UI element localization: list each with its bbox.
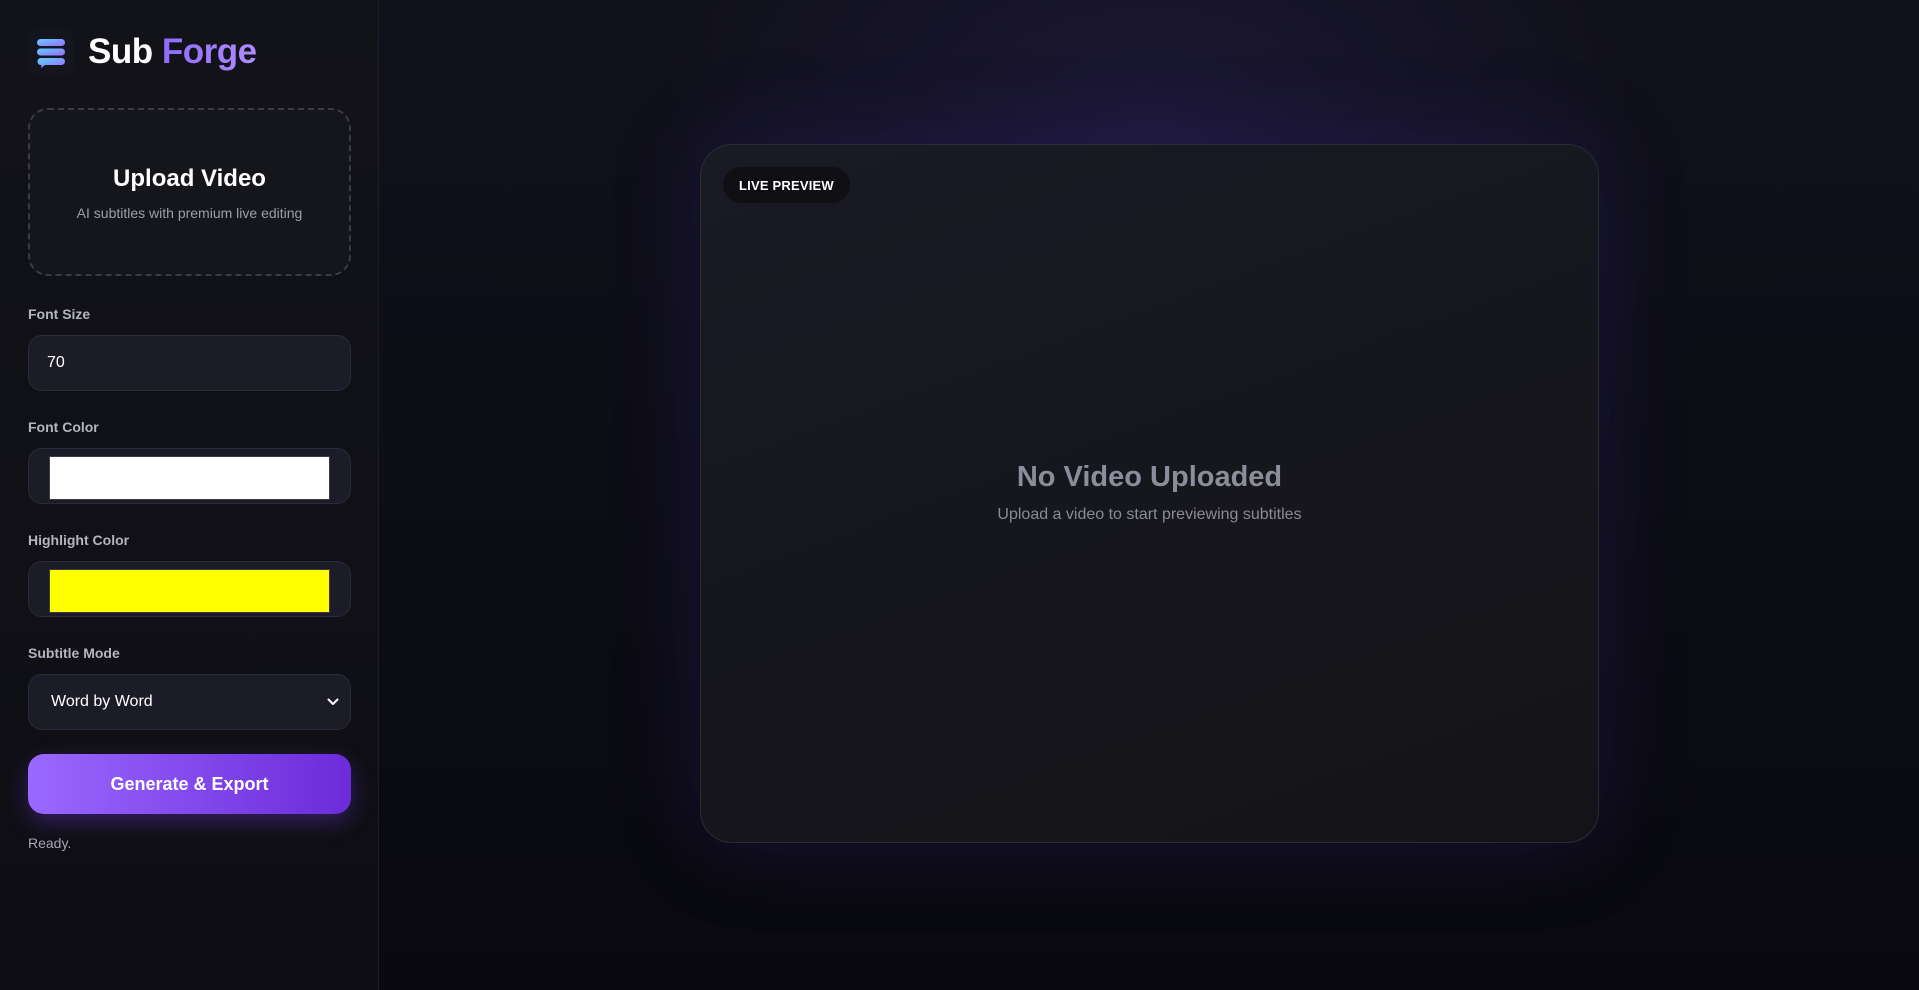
subtitle-mode-value: Word by Word: [51, 693, 153, 710]
app-root: Sub Forge Upload Video AI subtitles with…: [0, 0, 1919, 990]
highlight-color-picker[interactable]: [49, 569, 330, 613]
font-color-field: [28, 448, 351, 504]
brand-name-sub: Sub: [88, 32, 153, 71]
font-color-label: Font Color: [28, 419, 99, 435]
subtitle-mode-select[interactable]: Word by Word: [28, 674, 351, 730]
empty-state-title: No Video Uploaded: [1016, 461, 1283, 493]
generate-export-button[interactable]: Generate & Export: [28, 754, 351, 814]
brand: Sub Forge: [28, 29, 257, 75]
chevron-down-icon: [326, 695, 340, 709]
status-text: Ready.: [28, 835, 72, 851]
empty-state-subtitle: Upload a video to start previewing subti…: [997, 506, 1302, 523]
highlight-color-label: Highlight Color: [28, 532, 130, 548]
font-color-picker[interactable]: [49, 456, 330, 500]
font-size-input[interactable]: [29, 336, 350, 390]
highlight-color-field: [28, 561, 351, 617]
live-preview-badge: LIVE PREVIEW: [723, 167, 850, 203]
chat-layers-icon: [28, 29, 74, 75]
brand-name-forge: Forge: [161, 32, 257, 71]
subtitle-mode-label: Subtitle Mode: [28, 645, 120, 661]
live-preview-panel: LIVE PREVIEW No Video Uploaded Upload a …: [700, 144, 1599, 843]
font-size-field: [28, 335, 351, 391]
font-size-label: Font Size: [28, 306, 91, 322]
main-area: LIVE PREVIEW No Video Uploaded Upload a …: [379, 0, 1919, 990]
upload-subtitle: AI subtitles with premium live editing: [76, 205, 303, 221]
sidebar: Sub Forge Upload Video AI subtitles with…: [0, 0, 379, 990]
upload-title: Upload Video: [113, 165, 266, 192]
brand-name: Sub Forge: [88, 32, 257, 72]
empty-state: No Video Uploaded Upload a video to star…: [701, 461, 1598, 524]
upload-video-dropzone[interactable]: Upload Video AI subtitles with premium l…: [28, 108, 351, 276]
